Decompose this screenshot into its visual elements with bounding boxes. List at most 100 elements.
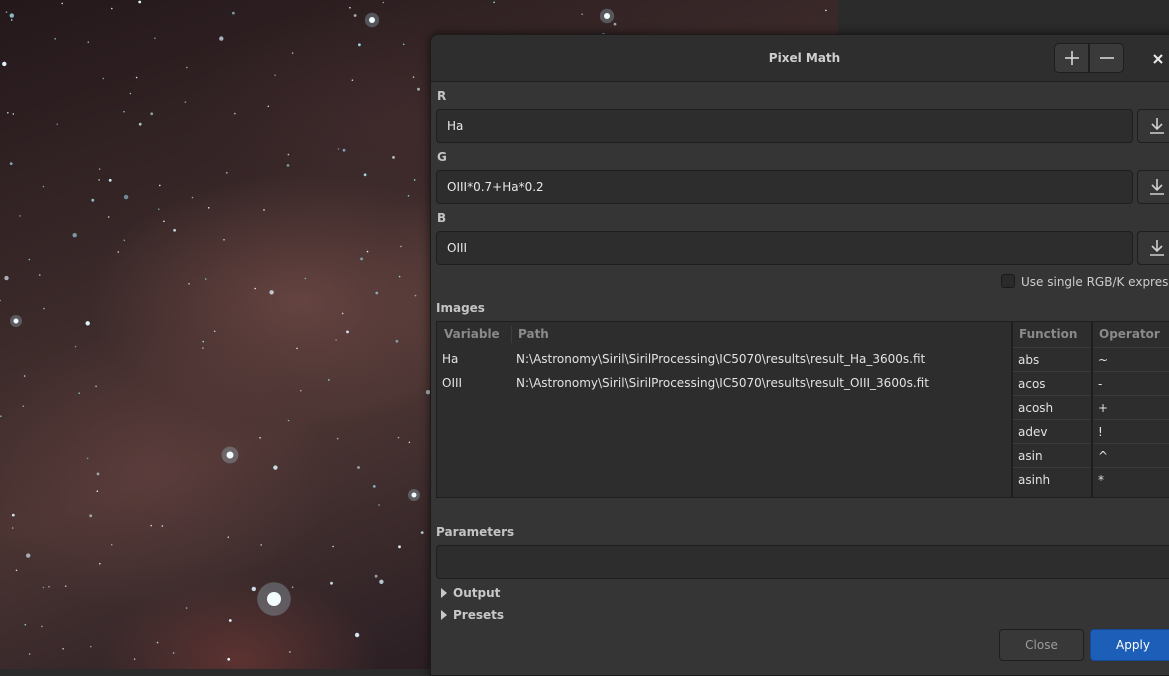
g-load-button[interactable] — [1137, 170, 1169, 204]
add-button[interactable] — [1054, 43, 1089, 73]
star — [86, 457, 89, 460]
dialog-titlebar: Pixel Math — [431, 35, 1169, 82]
b-load-button[interactable] — [1137, 231, 1169, 265]
star — [259, 437, 261, 439]
g-expression-input[interactable] — [436, 170, 1133, 204]
star — [375, 291, 379, 295]
star — [417, 87, 420, 91]
star — [395, 339, 399, 343]
star — [23, 375, 26, 377]
function-list[interactable]: Function abs acos acosh adev asin asinh — [1012, 321, 1092, 498]
star — [107, 216, 110, 218]
star — [11, 513, 15, 517]
column-header-path[interactable]: Path — [518, 322, 549, 347]
bright-star — [267, 592, 281, 606]
r-load-button[interactable] — [1137, 109, 1169, 143]
star — [336, 437, 339, 440]
star — [286, 164, 290, 167]
star — [408, 441, 411, 444]
star — [85, 321, 90, 326]
star — [9, 13, 14, 18]
operator-item[interactable]: - — [1093, 371, 1169, 395]
function-item[interactable]: abs — [1013, 347, 1091, 371]
star — [98, 168, 101, 170]
star — [379, 579, 384, 584]
star — [0, 415, 2, 418]
star — [173, 228, 177, 232]
star — [163, 220, 165, 223]
star — [74, 345, 77, 348]
bright-star — [13, 318, 19, 324]
star — [227, 536, 230, 538]
star — [363, 173, 367, 177]
operator-item[interactable]: * — [1093, 467, 1169, 491]
remove-button[interactable] — [1089, 43, 1124, 73]
star — [219, 36, 224, 41]
plus-icon — [1064, 51, 1079, 65]
star — [392, 156, 395, 159]
parameters-input[interactable] — [436, 545, 1169, 579]
star — [613, 22, 617, 26]
star — [123, 239, 126, 242]
column-header-function: Function — [1019, 327, 1078, 341]
star — [296, 347, 298, 350]
function-item[interactable]: acos — [1013, 371, 1091, 395]
star — [64, 585, 67, 587]
images-table[interactable]: Variable Path Ha N:\Astronomy\Siril\Siri… — [436, 321, 1012, 498]
download-icon — [1150, 240, 1164, 256]
star — [78, 392, 80, 395]
operator-item[interactable]: ! — [1093, 419, 1169, 443]
star — [39, 274, 41, 276]
r-expression-input[interactable] — [436, 109, 1133, 143]
star — [304, 277, 307, 280]
star — [9, 162, 13, 166]
close-window-button[interactable] — [1147, 48, 1169, 70]
expander-arrow-icon — [441, 610, 447, 620]
star — [133, 658, 136, 660]
star — [228, 619, 232, 622]
operator-list[interactable]: Operator ~ - + ! ^ * — [1092, 321, 1169, 498]
column-header-variable[interactable]: Variable — [444, 322, 500, 347]
star — [96, 472, 100, 476]
pixel-math-dialog: Pixel Math R G B Use single RGB/K expres… — [430, 34, 1169, 676]
function-item[interactable]: asin — [1013, 443, 1091, 467]
function-item[interactable]: acosh — [1013, 395, 1091, 419]
star — [360, 257, 363, 261]
star — [110, 543, 113, 546]
star — [357, 466, 360, 469]
star — [366, 250, 369, 253]
close-button[interactable]: Close — [999, 629, 1084, 661]
single-expression-checkbox[interactable] — [1001, 274, 1015, 288]
star — [98, 179, 100, 181]
presets-expander[interactable]: Presets — [441, 608, 504, 622]
image-variable: Ha — [442, 352, 459, 366]
download-icon — [1150, 118, 1164, 134]
table-row[interactable]: Ha N:\Astronomy\Siril\SirilProcessing\IC… — [437, 347, 1011, 371]
star — [300, 389, 302, 392]
table-row[interactable]: OIII N:\Astronomy\Siril\SirilProcessing\… — [437, 371, 1011, 395]
star — [274, 74, 276, 76]
star — [234, 112, 236, 115]
apply-button[interactable]: Apply — [1090, 629, 1169, 661]
b-expression-input[interactable] — [436, 231, 1133, 265]
function-item[interactable]: asinh — [1013, 467, 1091, 491]
output-label: Output — [453, 586, 501, 600]
star — [129, 92, 132, 95]
star — [223, 238, 225, 241]
star — [414, 294, 417, 297]
star — [397, 436, 400, 439]
star — [54, 38, 56, 40]
star — [581, 13, 583, 15]
star — [341, 312, 344, 315]
b-channel-label: B — [437, 211, 447, 225]
operator-item[interactable]: + — [1093, 395, 1169, 419]
star — [43, 307, 45, 310]
function-item[interactable]: adev — [1013, 419, 1091, 443]
star — [42, 185, 45, 188]
star — [289, 651, 291, 653]
output-expander[interactable]: Output — [441, 586, 500, 600]
star — [87, 41, 90, 43]
operator-item[interactable]: ~ — [1093, 347, 1169, 371]
operator-item[interactable]: ^ — [1093, 443, 1169, 467]
star — [11, 527, 14, 529]
